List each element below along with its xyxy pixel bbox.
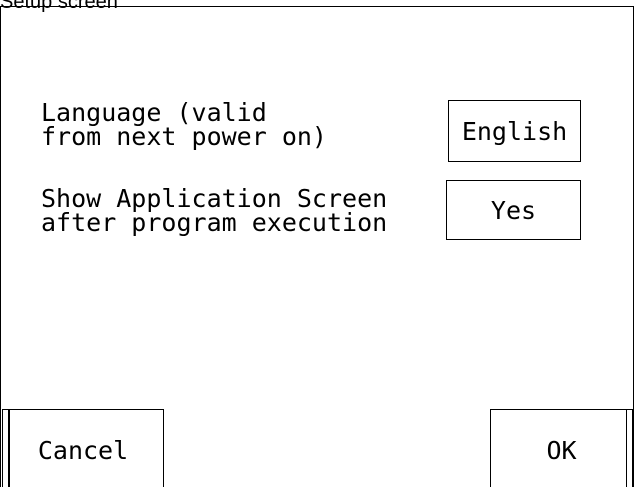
cancel-button-label: Cancel bbox=[37, 436, 129, 465]
language-label-line2: from next power on) bbox=[41, 122, 327, 151]
ok-button[interactable]: OK bbox=[490, 409, 633, 487]
show-application-screen-label-line2: after program execution bbox=[41, 208, 388, 237]
show-application-screen-value: Yes bbox=[490, 195, 537, 225]
show-application-screen-label: Show Application Screen after program ex… bbox=[41, 186, 388, 237]
cancel-button[interactable]: Cancel bbox=[2, 409, 164, 487]
language-select-button[interactable]: English bbox=[448, 100, 581, 162]
ok-button-label: OK bbox=[546, 436, 577, 465]
show-application-screen-toggle-button[interactable]: Yes bbox=[446, 180, 581, 240]
language-label: Language (valid from next power on) bbox=[41, 100, 327, 151]
language-value: English bbox=[461, 116, 568, 146]
